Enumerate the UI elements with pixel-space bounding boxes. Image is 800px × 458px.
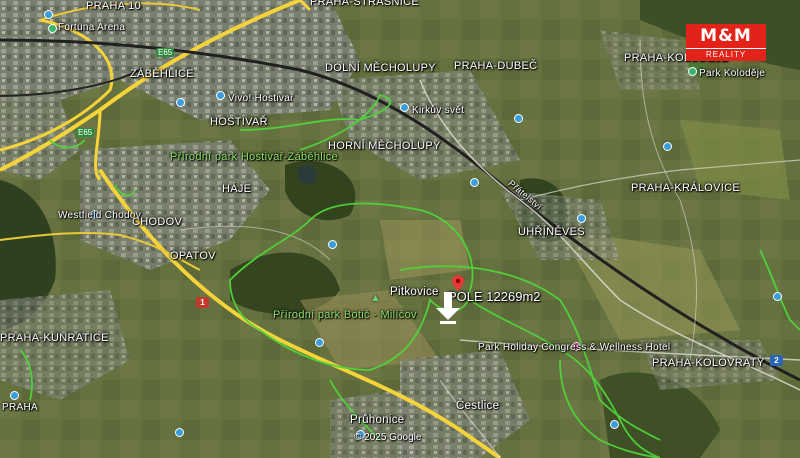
place-label-horni-mecholupy: HORNÍ MĚCHOLUPY [328,140,441,152]
poi-label-park-holiday[interactable]: Park Holiday Congress & Wellness Hotel [478,342,670,353]
place-label-zabehlice: ZÁBĚHLICE [130,68,194,80]
place-label-praha-kunratice: PRAHA-KUNRATICE [0,332,109,344]
poi-label-kirkuv-svet[interactable]: Kirkův svět [412,105,464,116]
stadium-icon[interactable] [48,24,57,33]
road-shield-2: 2 [770,355,783,366]
poi-icon[interactable] [44,10,53,19]
place-label-praha10: PRAHA 10 [86,0,141,12]
park-label-botic-milicov: Přírodní park Botič - Milíčov [273,309,417,321]
place-label-praha-kralovice: PRAHA-KRÁLOVICE [631,182,741,194]
tree-icon: ▲ [370,292,381,304]
place-label-praha: PRAHA [2,402,38,413]
poi-label-park-kolodeje[interactable]: Park Koloděje [699,68,765,79]
place-label-chodov: CHODOV [132,216,183,228]
map-copyright: © 2025 Google [354,432,422,443]
arrow-down-icon [436,292,460,324]
place-label-hostivar: HOSTIVAŘ [210,116,268,128]
road-shield-e65: E65 [76,128,95,137]
shopping-icon[interactable] [216,91,225,100]
park-icon[interactable] [688,67,697,76]
brand-logo: M&M REALITY [686,24,766,62]
poi-label-westfield-chodov[interactable]: Westfield Chodov [58,210,141,221]
poi-icon[interactable] [577,214,586,223]
place-label-uhrineves: UHŘÍNĚVES [518,226,585,238]
place-label-pitkovice: Pitkovice [390,286,439,298]
poi-icon[interactable] [773,292,782,301]
place-label-haje: HÁJE [222,183,252,195]
road-shield-e65: E65 [156,48,175,57]
place-label-praha-dubec: PRAHA-DUBEČ [454,60,538,72]
poi-icon[interactable] [328,240,337,249]
park-label-hostivar-zabehlice: Přírodní park Hostivař-Záběhlice [170,151,338,163]
logo-text-bottom: REALITY [686,48,766,61]
poi-label-fortuna-arena[interactable]: Fortuna Arena [58,22,125,33]
place-label-dolni-mecholupy: DOLNÍ MĚCHOLUPY [325,62,436,74]
poi-icon[interactable] [10,391,19,400]
place-label-cestlice: Čestlice [456,400,500,412]
place-label-pruhonice: Průhonice [350,414,405,426]
poi-icon[interactable] [176,98,185,107]
marker-label[interactable]: POLE 12269m2 [448,289,541,304]
place-label-praha-kolovraty: PRAHA-KOLOVRATY [652,357,765,369]
poi-icon[interactable] [610,420,619,429]
poi-icon[interactable] [315,338,324,347]
logo-text-top: M&M [686,24,766,48]
poi-icon[interactable] [175,428,184,437]
place-label-opatov: OPATOV [170,250,216,262]
poi-icon[interactable] [514,114,523,123]
attraction-icon[interactable] [400,103,409,112]
poi-icon[interactable] [470,178,479,187]
place-label-praha-strasnice: PRAHA-STRAŠNICE [310,0,420,8]
poi-icon[interactable] [663,142,672,151]
road-shield-d1: 1 [196,297,209,308]
poi-label-vivo-hostivar[interactable]: Vivo! Hostivař [228,93,294,104]
